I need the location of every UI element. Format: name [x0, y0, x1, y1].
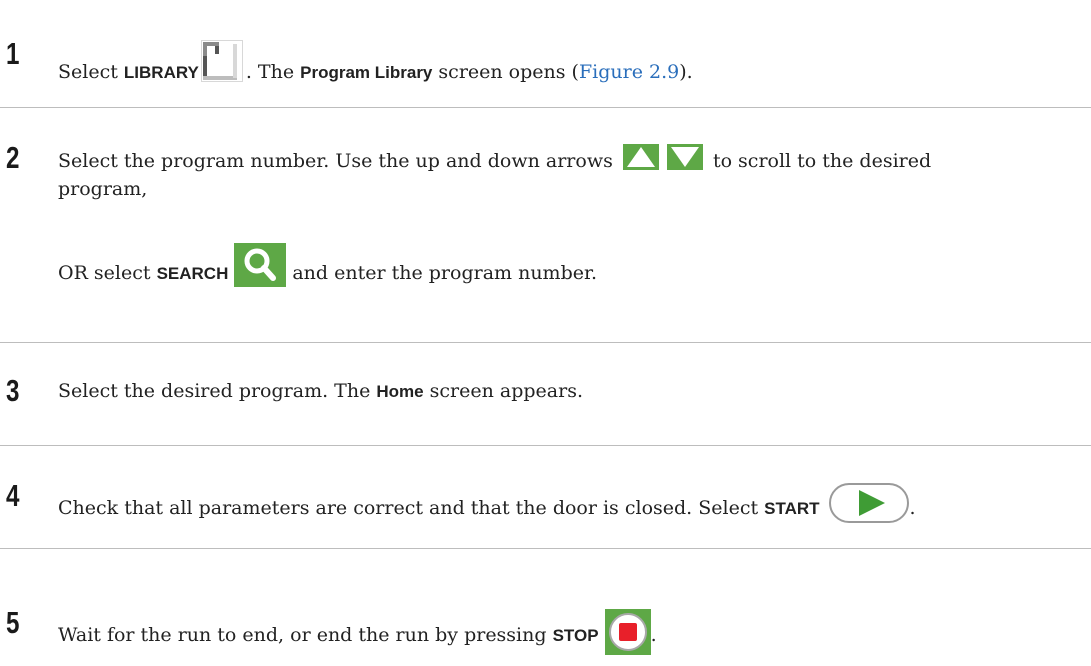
start-play-icon[interactable]	[828, 482, 910, 524]
step-2: 2 Select the program number. Use the up …	[0, 108, 1091, 342]
step-text: screen appears.	[423, 380, 583, 402]
step-1: 1 Select LIBRARY . The Program Library s…	[0, 0, 1091, 108]
step-instruction: Select LIBRARY . The Program Library scr…	[58, 40, 1085, 87]
step-text: .	[909, 497, 916, 519]
step-text: and enter the program number.	[292, 262, 598, 284]
step-instruction: Wait for the run to end, or end the run …	[58, 609, 1085, 655]
start-keyword: START	[764, 499, 820, 518]
step-number: 1	[6, 36, 20, 71]
step-text: screen opens (	[432, 61, 579, 83]
home-keyword: Home	[376, 382, 424, 401]
program-library-keyword: Program Library	[300, 63, 433, 82]
step-text: Select the program number. Use the up an…	[58, 150, 613, 172]
step-text: to scroll to the desired	[712, 150, 932, 172]
down-arrow-icon[interactable]	[666, 144, 703, 170]
step-text: ).	[679, 61, 693, 83]
step-number: 5	[6, 605, 20, 640]
library-keyword: LIBRARY	[123, 63, 199, 82]
step-number: 2	[6, 140, 20, 175]
step-3: 3 Select the desired program. The Home s…	[0, 343, 1091, 445]
step-instruction: Select the desired program. The Home scr…	[58, 377, 1085, 406]
step-text: Wait for the run to end, or end the run …	[58, 624, 553, 646]
search-keyword: SEARCH	[156, 264, 229, 283]
step-text: Select the desired program. The	[58, 380, 377, 402]
step-instruction: Check that all parameters are correct an…	[58, 482, 1085, 524]
step-text: OR select	[58, 262, 157, 284]
step-number: 3	[6, 373, 20, 408]
library-icon	[200, 40, 243, 82]
step-text: . The	[245, 61, 301, 83]
step-instruction: Select the program number. Use the up an…	[58, 144, 1085, 175]
figure-link[interactable]: Figure 2.9	[579, 61, 679, 83]
step-4: 4 Check that all parameters are correct …	[0, 446, 1091, 548]
stop-icon[interactable]	[604, 609, 651, 655]
search-icon[interactable]	[234, 243, 287, 287]
step-text: Select	[58, 61, 124, 83]
up-arrow-icon[interactable]	[622, 144, 659, 170]
step-continuation: program,	[58, 178, 148, 200]
step-alternative: OR select SEARCH and enter the program n…	[58, 243, 1085, 288]
stop-keyword: STOP	[552, 626, 599, 645]
step-text: Check that all parameters are correct an…	[58, 497, 765, 519]
step-text: .	[650, 624, 657, 646]
step-number: 4	[6, 478, 20, 513]
step-5: 5 Wait for the run to end, or end the ru…	[0, 549, 1091, 666]
